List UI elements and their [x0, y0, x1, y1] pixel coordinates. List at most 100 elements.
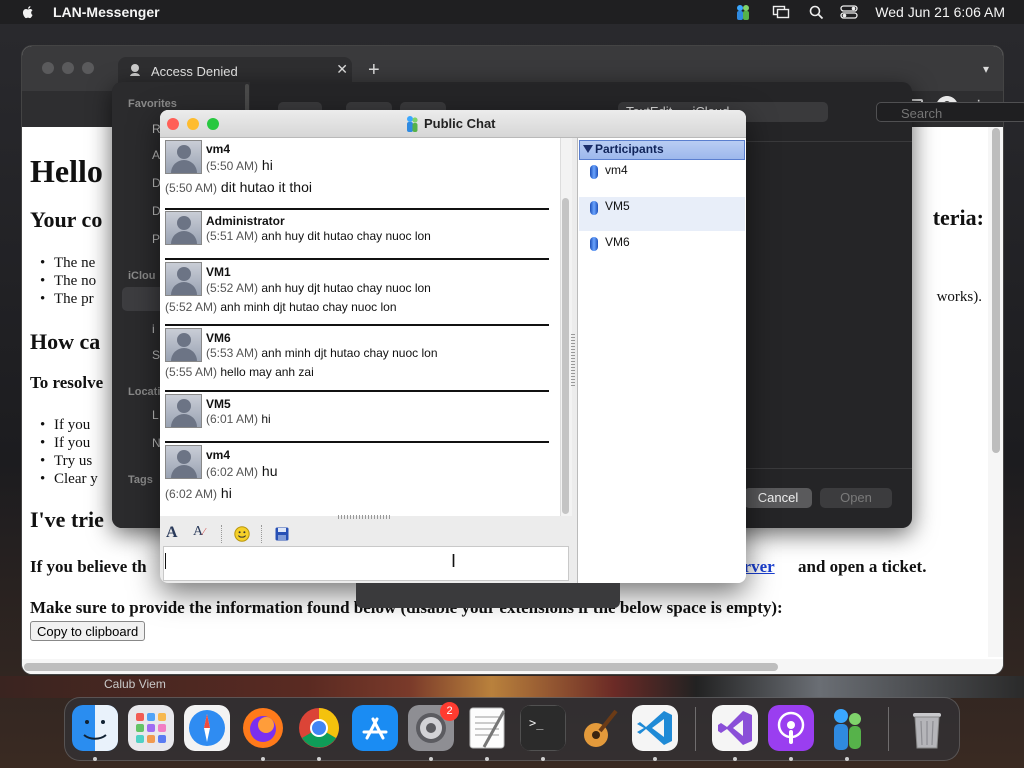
chevron-down-icon[interactable]: ▾ — [983, 62, 989, 76]
browser-horizontal-scroll-thumb[interactable] — [24, 663, 778, 671]
sidebar-item[interactable]: L — [152, 408, 159, 422]
running-indicator — [261, 757, 265, 761]
podcasts-icon[interactable] — [768, 705, 814, 751]
sidebar-item[interactable]: S — [152, 348, 160, 362]
message-time: (5:52 AM) — [165, 300, 218, 314]
browser-close-button[interactable] — [42, 62, 54, 74]
disclosure-triangle-icon[interactable] — [583, 145, 593, 153]
finder-icon[interactable] — [72, 705, 118, 751]
message-line: (5:50 AM) hi — [206, 157, 273, 173]
message-sender: vm4 — [206, 448, 231, 462]
minimize-button[interactable] — [187, 118, 199, 130]
list-item-tail: works). — [936, 289, 982, 305]
control-center-icon[interactable] — [840, 4, 858, 20]
browser-zoom-button[interactable] — [82, 62, 94, 74]
app-store-icon[interactable] — [352, 705, 398, 751]
notification-badge: 2 — [440, 702, 459, 721]
safari-icon[interactable] — [184, 705, 230, 751]
dock-separator — [888, 707, 889, 751]
toolbar-separator — [221, 525, 222, 543]
chat-window-title: Public Chat — [424, 116, 496, 131]
list-item: The pr — [40, 291, 93, 308]
sidebar-item[interactable]: i — [152, 322, 155, 336]
browser-vertical-scroll-thumb[interactable] — [992, 128, 1000, 453]
sidebar-item[interactable]: A — [152, 148, 160, 162]
save-icon[interactable] — [275, 527, 289, 541]
message-time: (5:52 AM) — [206, 281, 259, 295]
app-menu-name[interactable]: LAN-Messenger — [53, 4, 160, 20]
message-text: hi — [261, 412, 271, 426]
visual-studio-code-icon[interactable] — [632, 705, 678, 751]
chat-title-bar[interactable]: Public Chat — [160, 110, 746, 138]
page-paragraph-tail: and open a ticket. — [798, 557, 927, 576]
open-button[interactable]: Open — [820, 488, 892, 508]
running-indicator — [789, 757, 793, 761]
page-subheading: Your co — [30, 207, 103, 232]
new-tab-button[interactable]: + — [368, 59, 380, 82]
page-subheading: How ca — [30, 329, 101, 354]
menubar-clock[interactable]: Wed Jun 21 6:06 AM — [875, 4, 1005, 20]
message-time: (5:53 AM) — [206, 346, 259, 360]
tab-close-icon[interactable]: ✕ — [336, 61, 348, 78]
font-icon[interactable]: A — [166, 524, 178, 542]
list-item: Try us — [40, 453, 92, 470]
lan-messenger-status-icon[interactable] — [734, 4, 752, 20]
message-line: (6:01 AM) hi — [206, 412, 271, 426]
list-item: If you — [40, 417, 90, 434]
message-time: (5:51 AM) — [206, 229, 259, 243]
dock-separator — [695, 707, 696, 751]
lan-messenger-icon[interactable] — [824, 705, 870, 751]
running-indicator — [845, 757, 849, 761]
message-text: anh minh djt hutao chay nuoc lon — [261, 346, 438, 360]
close-button[interactable] — [167, 118, 179, 130]
message-sender: vm4 — [206, 142, 231, 156]
browser-tab[interactable]: Access Denied ✕ — [118, 57, 352, 85]
textedit-icon[interactable] — [464, 705, 510, 751]
copy-to-clipboard-button[interactable]: Copy to clipboard — [30, 621, 146, 641]
input-splitter-grip[interactable] — [338, 515, 390, 519]
terminal-icon[interactable]: >_ — [520, 705, 566, 751]
trash-icon[interactable] — [904, 705, 950, 751]
avatar — [165, 262, 202, 296]
cancel-button[interactable]: Cancel — [744, 488, 812, 508]
sidebar-section-locations: Locati — [128, 386, 161, 398]
message-history[interactable]: vm4 (5:50 AM) hi (5:50 AM) dit hutao it … — [160, 138, 560, 516]
message-scroll-thumb[interactable] — [562, 198, 569, 514]
firefox-icon[interactable] — [240, 705, 286, 751]
message-line: (5:55 AM) hello may anh zai — [165, 365, 314, 379]
text-color-icon[interactable]: A⁄ — [193, 524, 205, 540]
message-sender: VM6 — [206, 331, 231, 345]
chrome-icon[interactable] — [296, 705, 342, 751]
browser-tab-title: Access Denied — [151, 64, 238, 79]
participant-item[interactable]: VM5 — [579, 197, 745, 231]
participant-item[interactable]: VM6 — [579, 233, 745, 267]
apple-icon[interactable] — [19, 3, 37, 21]
user-status-icon — [590, 165, 598, 179]
spotlight-search-icon[interactable] — [808, 4, 826, 20]
message-input[interactable] — [163, 546, 569, 581]
sidebar-item[interactable]: P — [152, 232, 160, 246]
message-line: (5:52 AM) anh huy djt hutao chay nuoc lo… — [206, 281, 431, 295]
list-item: If you — [40, 435, 90, 452]
running-indicator — [541, 757, 545, 761]
zoom-button[interactable] — [207, 118, 219, 130]
message-line: (6:02 AM) hi — [165, 485, 232, 501]
garageband-icon[interactable] — [576, 705, 622, 751]
message-separator — [165, 441, 549, 443]
launchpad-icon[interactable] — [128, 705, 174, 751]
message-group: Administrator (5:51 AM) anh huy dit huta… — [165, 211, 549, 251]
svg-text:>_: >_ — [529, 716, 544, 730]
search-input[interactable] — [876, 102, 1024, 122]
smiley-icon[interactable] — [234, 526, 250, 542]
participant-name: vm4 — [605, 163, 628, 177]
screen-mirroring-icon[interactable] — [772, 4, 790, 20]
visual-studio-icon[interactable] — [712, 705, 758, 751]
splitter-grip[interactable] — [571, 334, 575, 386]
message-line: (5:53 AM) anh minh djt hutao chay nuoc l… — [206, 346, 438, 360]
participant-item[interactable]: vm4 — [579, 161, 745, 195]
participant-name: VM6 — [605, 235, 630, 249]
sidebar-section-favorites: Favorites — [128, 98, 177, 110]
page-heading: Hello — [30, 153, 103, 189]
browser-minimize-button[interactable] — [62, 62, 74, 74]
lan-messenger-icon — [407, 116, 418, 132]
